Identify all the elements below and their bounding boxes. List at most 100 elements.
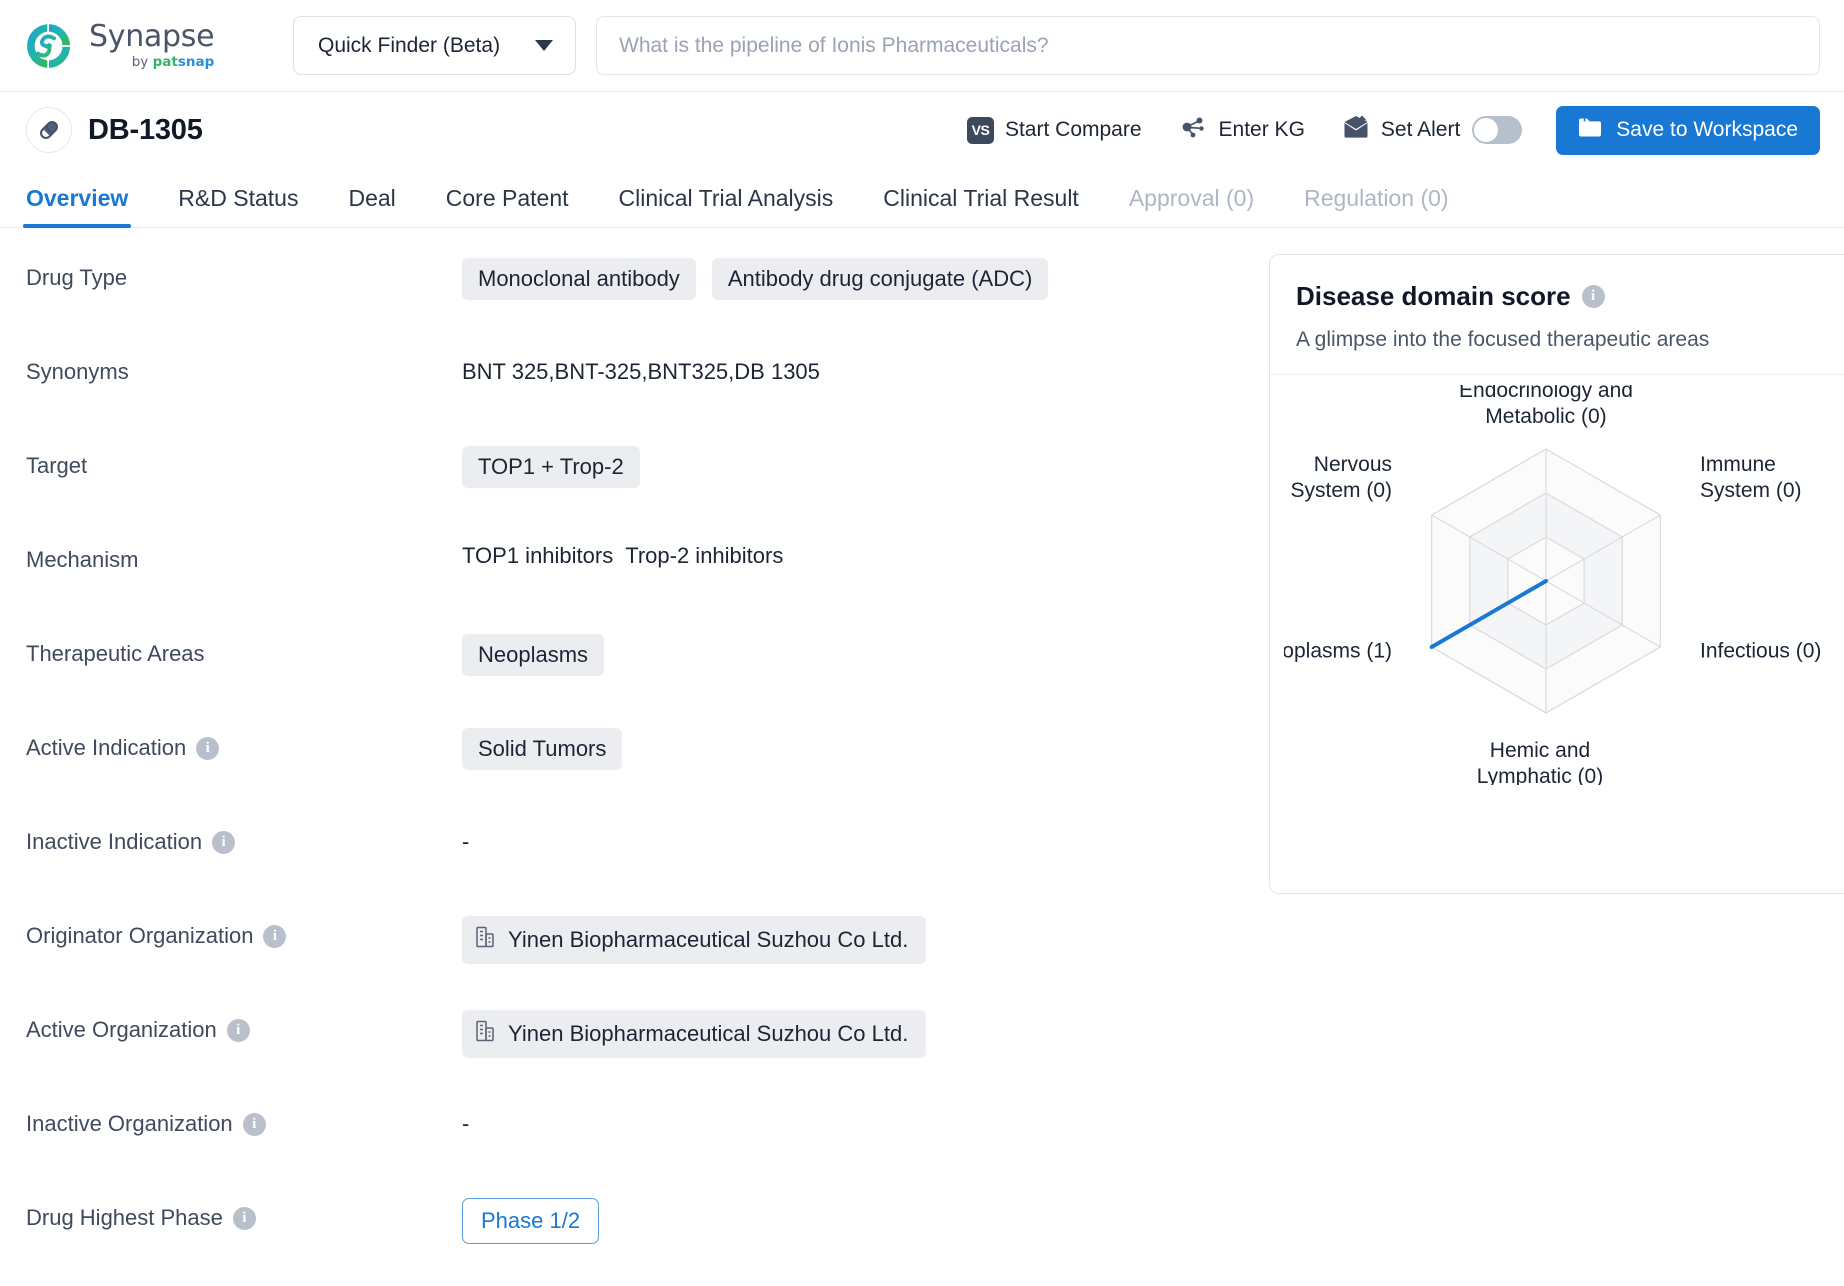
info-icon[interactable]: i	[196, 736, 220, 760]
field-label: Mechanism	[26, 536, 462, 573]
field-label: Active Indication i	[26, 724, 462, 761]
search-bar[interactable]	[596, 16, 1820, 75]
info-icon[interactable]: i	[242, 1112, 266, 1136]
originator-org-name: Yinen Biopharmaceutical Suzhou Co Ltd.	[508, 927, 909, 952]
field-inactive-indication: Inactive Indication i -	[26, 818, 1251, 912]
synonyms-label: Synonyms	[26, 359, 129, 384]
field-value: Solid Tumors	[462, 724, 623, 770]
card-title-row: Disease domain score i	[1296, 281, 1832, 312]
radar-chart: Endocrinology and Metabolic (0) Immune Syst…	[1270, 375, 1844, 785]
page-title: DB-1305	[88, 113, 203, 146]
disease-domain-score-title: Disease domain score	[1296, 281, 1571, 311]
target-chip[interactable]: TOP1 + Trop-2	[462, 446, 640, 488]
field-originator-organization: Originator Organization i Yinen Biopharm…	[26, 912, 1251, 1006]
synonyms-value: BNT 325,BNT-325,BNT325,DB 1305	[462, 359, 820, 384]
field-drug-highest-phase: Drug Highest Phase i Phase 1/2	[26, 1194, 1251, 1286]
field-value: TOP1 inhibitors Trop-2 inhibitors	[462, 536, 783, 569]
tab-rd-status[interactable]: R&D Status	[178, 185, 298, 227]
field-value: Phase 1/2	[462, 1194, 600, 1244]
disease-domain-score-subtitle: A glimpse into the focused therapeutic a…	[1296, 328, 1710, 351]
info-icon[interactable]: i	[226, 1018, 250, 1042]
drug-type-label: Drug Type	[26, 265, 128, 290]
radar-axis-label: Immune	[1700, 453, 1776, 476]
field-therapeutic-areas: Therapeutic Areas Neoplasms	[26, 630, 1251, 724]
mechanism-value: TOP1 inhibitors	[462, 543, 614, 568]
tab-approval: Approval (0)	[1128, 185, 1255, 211]
card-header: Disease domain score i A glimpse into th…	[1270, 255, 1844, 375]
logo-wordmark: Synapse by patsnap	[89, 18, 215, 70]
drug-highest-phase-label: Drug Highest Phase	[26, 1205, 223, 1230]
toggle-knob	[1474, 118, 1499, 142]
inactive-org-value: -	[462, 1111, 470, 1136]
info-icon[interactable]: i	[212, 830, 236, 854]
search-mode-label: Quick Finder (Beta)	[318, 33, 501, 57]
synapse-logo-icon	[27, 23, 71, 68]
set-alert-label: Set Alert	[1380, 118, 1461, 141]
drug-type-chip[interactable]: Monoclonal antibody	[462, 258, 696, 300]
start-compare-button[interactable]: VS Start Compare	[966, 111, 1142, 150]
drug-type-chip[interactable]: Antibody drug conjugate (ADC)	[711, 258, 1049, 300]
start-compare-label: Start Compare	[1004, 118, 1142, 141]
info-icon[interactable]: i	[1581, 285, 1605, 308]
logo-tagline: by patsnap	[131, 53, 215, 70]
tab-regulation: Regulation (0)	[1304, 185, 1449, 211]
search-mode-select[interactable]: Quick Finder (Beta)	[293, 16, 576, 75]
inactive-org-label: Inactive Organization	[26, 1111, 233, 1136]
drug-capsule-icon	[26, 107, 72, 153]
versus-icon: VS	[966, 116, 994, 144]
search-input[interactable]	[619, 33, 1797, 58]
therapeutic-areas-label: Therapeutic Areas	[26, 641, 205, 666]
tab-overview[interactable]: Overview	[22, 185, 132, 228]
save-to-workspace-label: Save to Workspace	[1616, 118, 1798, 141]
save-to-workspace-button[interactable]: Save to Workspace	[1556, 105, 1820, 155]
active-indication-chip[interactable]: Solid Tumors	[462, 728, 623, 770]
info-icon[interactable]: i	[263, 924, 287, 948]
field-active-organization: Active Organization i Yinen Biopharmaceu…	[26, 1006, 1251, 1100]
drug-highest-phase-badge[interactable]: Phase 1/2	[462, 1198, 600, 1244]
mechanism-value: Trop-2 inhibitors	[625, 543, 784, 568]
tab-clinical-trial-result[interactable]: Clinical Trial Result	[883, 185, 1079, 227]
field-value: Yinen Biopharmaceutical Suzhou Co Ltd.	[462, 1006, 927, 1058]
originator-org-label: Originator Organization	[26, 923, 254, 948]
radar-axis-label: System (0)	[1700, 479, 1802, 502]
active-org-chip[interactable]: Yinen Biopharmaceutical Suzhou Co Ltd.	[462, 1010, 927, 1058]
originator-org-chip[interactable]: Yinen Biopharmaceutical Suzhou Co Ltd.	[462, 916, 927, 964]
company-building-icon	[474, 1019, 496, 1049]
tab-core-patent[interactable]: Core Patent	[446, 185, 569, 227]
alert-mail-icon	[1343, 115, 1370, 145]
field-label: Inactive Indication i	[26, 818, 462, 855]
company-building-icon	[474, 925, 496, 955]
app-logo[interactable]: Synapse by patsnap	[22, 19, 272, 73]
field-inactive-organization: Inactive Organization i -	[26, 1100, 1251, 1194]
field-value: -	[462, 818, 469, 855]
enter-kg-label: Enter KG	[1218, 118, 1305, 141]
field-value: TOP1 + Trop-2	[462, 442, 640, 488]
therapeutic-area-chip[interactable]: Neoplasms	[462, 634, 605, 676]
field-value: BNT 325,BNT-325,BNT325,DB 1305	[462, 348, 820, 385]
field-label: Originator Organization i	[26, 912, 462, 949]
field-synonyms: Synonyms BNT 325,BNT-325,BNT325,DB 1305	[26, 348, 1251, 442]
tab-clinical-trial-analysis[interactable]: Clinical Trial Analysis	[619, 185, 834, 227]
field-label: Target	[26, 442, 462, 479]
field-target: Target TOP1 + Trop-2	[26, 442, 1251, 536]
tab-deal[interactable]: Deal	[348, 185, 395, 227]
active-org-name: Yinen Biopharmaceutical Suzhou Co Ltd.	[508, 1021, 909, 1046]
disease-domain-score-card: Disease domain score i A glimpse into th…	[1269, 254, 1844, 894]
field-label: Synonyms	[26, 348, 462, 385]
knowledge-graph-icon	[1180, 114, 1208, 146]
field-value: Monoclonal antibody Antibody drug conjug…	[462, 254, 1049, 300]
target-label: Target	[26, 453, 88, 478]
chevron-down-icon	[535, 40, 553, 51]
radar-axis-label: Infectious (0)	[1700, 640, 1821, 663]
radar-axis-label: System (0)	[1290, 479, 1392, 502]
logo-name: Synapse	[89, 18, 215, 54]
set-alert-button[interactable]: Set Alert	[1343, 109, 1460, 151]
field-value: Yinen Biopharmaceutical Suzhou Co Ltd.	[462, 912, 927, 964]
radar-axis-label: Neoplasms (1)	[1284, 640, 1392, 663]
entity-tabs: Overview R&D Status Deal Core Patent Cli…	[0, 168, 1844, 228]
set-alert-toggle[interactable]	[1472, 116, 1523, 144]
radar-axis-label: Endocrinology and	[1459, 385, 1633, 402]
info-icon[interactable]: i	[232, 1206, 256, 1230]
enter-kg-button[interactable]: Enter KG	[1180, 108, 1305, 152]
radar-axis-label: Hemic and	[1490, 739, 1590, 762]
